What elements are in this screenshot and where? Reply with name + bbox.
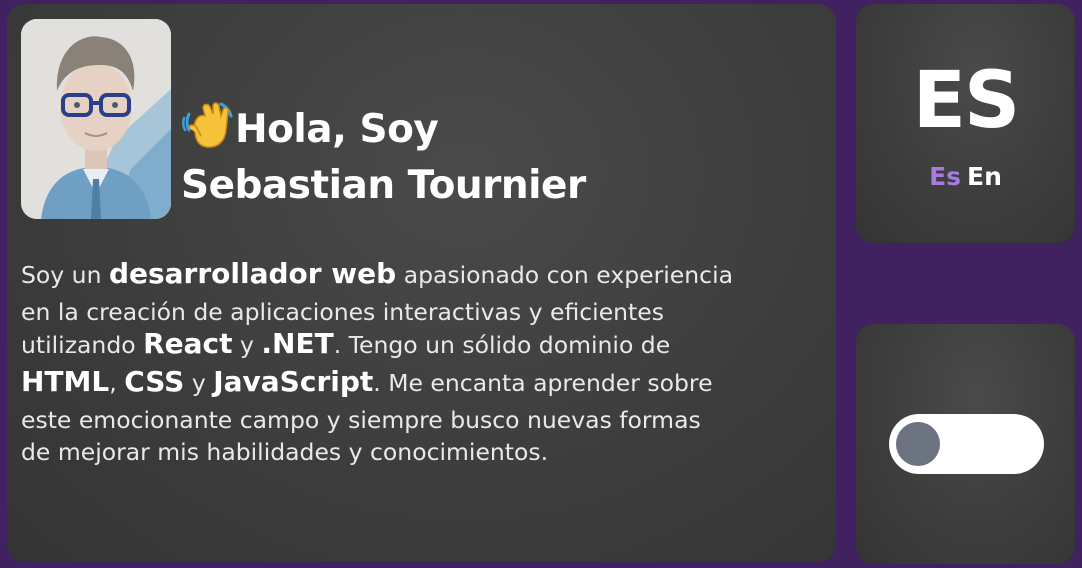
bio-highlight: desarrollador web: [108, 257, 397, 290]
theme-toggle[interactable]: [889, 414, 1044, 474]
bio-paragraph: Soy un desarrollador web apasionado con …: [21, 254, 831, 466]
language-switcher: Es En: [856, 162, 1075, 192]
greeting-heading: Hola, Soy Sebastian Tournier: [181, 100, 586, 214]
profile-avatar: [21, 19, 171, 219]
bio-line: HTML, CSS y JavaScript. Me encanta apren…: [21, 365, 713, 398]
waving-hand-icon: [181, 102, 233, 148]
greeting-text-1: Hola, Soy: [235, 107, 439, 152]
avatar-image: [21, 19, 171, 219]
bio-line: este emocionante campo y siempre busco n…: [21, 406, 701, 434]
bio-highlight: CSS: [124, 365, 185, 398]
bio-line: de mejorar mis habilidades y conocimient…: [21, 438, 549, 466]
toggle-knob: [896, 422, 940, 466]
language-option-en[interactable]: En: [967, 162, 1002, 191]
bio-highlight: JavaScript: [213, 365, 374, 398]
bio-line: Soy un desarrollador web apasionado con …: [21, 257, 733, 290]
about-card: Hola, Soy Sebastian Tournier Soy un desa…: [7, 4, 836, 562]
bio-highlight: .NET: [261, 327, 334, 360]
greeting-name: Sebastian Tournier: [181, 163, 586, 208]
theme-card: [856, 324, 1075, 564]
bio-line: utilizando React y .NET. Tengo un sólido…: [21, 327, 671, 360]
bio-line: en la creación de aplicaciones interacti…: [21, 298, 664, 326]
bio-highlight: HTML: [21, 365, 110, 398]
language-option-es[interactable]: Es: [929, 162, 961, 191]
current-language: ES: [912, 56, 1020, 146]
greeting-line-1: Hola, Soy: [181, 100, 586, 158]
language-card: ES Es En: [856, 4, 1075, 243]
bio-highlight: React: [143, 327, 233, 360]
